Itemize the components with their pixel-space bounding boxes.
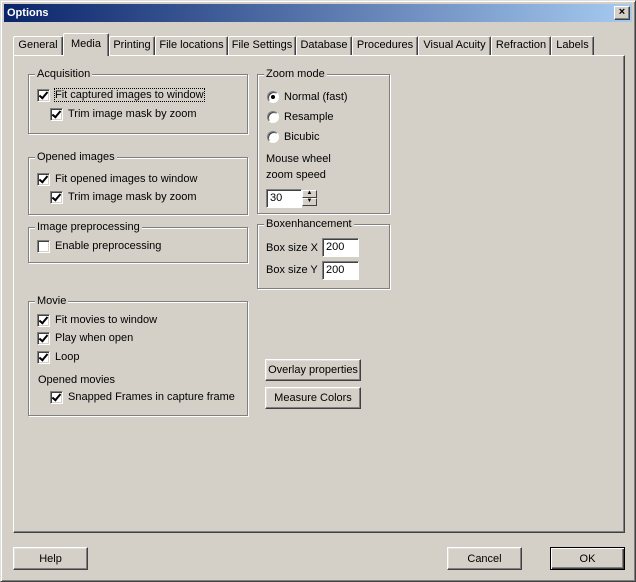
loop-checkbox[interactable] [37,350,50,364]
media-tab-panel: Acquisition Fit captured images to windo… [13,55,625,533]
overlay-properties-button[interactable]: Overlay properties [265,359,361,381]
tab-labels[interactable]: Labels [551,36,594,55]
zoom-bicubic-label: Bicubic [284,131,320,143]
help-button[interactable]: Help [13,547,88,570]
play-when-open-checkbox[interactable] [37,331,50,345]
cancel-button[interactable]: Cancel [447,547,522,570]
zoom-speed-spinner[interactable]: ▲ ▼ [302,190,318,207]
acquisition-group: Acquisition Fit captured images to windo… [28,67,248,134]
fit-opened-option[interactable]: Fit opened images to window [37,171,197,187]
preprocessing-title: Image preprocessing [35,220,142,234]
trim-mask-opened-option[interactable]: Trim image mask by zoom [50,189,197,205]
opened-movies-label: Opened movies [38,374,116,386]
zoom-normal-option[interactable]: Normal (fast) [267,89,348,105]
enable-preprocessing-option[interactable]: Enable preprocessing [37,238,161,254]
zoom-resample-option[interactable]: Resample [267,109,334,125]
tab-procedures[interactable]: Procedures [352,36,418,55]
zoom-resample-label: Resample [284,111,334,123]
zoom-normal-label: Normal (fast) [284,91,348,103]
zoom-bicubic-option[interactable]: Bicubic [267,129,319,145]
play-when-open-option[interactable]: Play when open [37,330,133,346]
spin-down-icon[interactable]: ▼ [302,198,317,206]
trim-mask-opened-checkbox[interactable] [50,190,63,204]
tab-general[interactable]: General [13,36,63,55]
window-title: Options [7,7,49,19]
preprocessing-group: Image preprocessing Enable preprocessing [28,220,248,263]
play-when-open-label: Play when open [55,332,134,344]
close-icon: × [618,6,626,18]
zoom-speed-label: zoom speed [266,169,326,181]
measure-colors-button[interactable]: Measure Colors [265,387,361,409]
trim-mask-acq-option[interactable]: Trim image mask by zoom [50,106,197,122]
trim-mask-acq-label: Trim image mask by zoom [68,108,197,120]
movie-title: Movie [35,294,69,308]
box-enhancement-title: Boxenhancement [264,217,354,231]
tab-visual-acuity[interactable]: Visual Acuity [418,36,491,55]
zoom-resample-radio[interactable] [267,111,279,123]
snapped-frames-option[interactable]: Snapped Frames in capture frame [50,389,235,405]
zoom-mode-title: Zoom mode [264,67,327,81]
trim-mask-opened-label: Trim image mask by zoom [68,191,197,203]
fit-opened-checkbox[interactable] [37,172,50,186]
tab-file-locations[interactable]: File locations [155,36,228,55]
snapped-frames-checkbox[interactable] [50,390,63,404]
loop-option[interactable]: Loop [37,349,79,365]
ok-button[interactable]: OK [550,547,625,570]
fit-captured-option[interactable]: Fit captured images to window [37,87,205,103]
tab-media[interactable]: Media [63,33,109,56]
options-dialog: Options × General Media Printing File lo… [0,0,636,582]
zoom-normal-radio[interactable] [267,91,279,103]
opened-images-group: Opened images Fit opened images to windo… [28,150,248,215]
opened-images-title: Opened images [35,150,117,164]
movie-group: Movie Fit movies to window Play when ope… [28,294,248,416]
zoom-bicubic-radio[interactable] [267,131,279,143]
fit-opened-label: Fit opened images to window [55,173,198,185]
tab-refraction[interactable]: Refraction [491,36,551,55]
title-bar[interactable]: Options × [4,4,632,22]
snapped-frames-label: Snapped Frames in capture frame [68,391,235,403]
spin-up-icon[interactable]: ▲ [302,190,317,198]
acquisition-title: Acquisition [35,67,93,81]
zoom-mode-group: Zoom mode Normal (fast) Resample Bicubic… [257,67,390,214]
box-size-y-input[interactable]: 200 [322,261,359,280]
box-size-y-label: Box size Y [266,264,318,276]
trim-mask-acq-checkbox[interactable] [50,107,63,121]
mouse-wheel-label: Mouse wheel [266,153,331,165]
box-enhancement-group: Boxenhancement Box size X 200 Box size Y… [257,217,390,289]
box-size-x-input[interactable]: 200 [322,238,359,257]
box-size-x-label: Box size X [266,242,318,254]
fit-movies-option[interactable]: Fit movies to window [37,312,157,328]
loop-label: Loop [55,351,80,363]
tab-file-settings[interactable]: File Settings [228,36,296,55]
zoom-speed-input[interactable]: 30 [266,189,302,208]
fit-movies-checkbox[interactable] [37,313,50,327]
fit-captured-label: Fit captured images to window [54,88,205,102]
tab-database[interactable]: Database [296,36,352,55]
enable-preprocessing-label: Enable preprocessing [55,240,162,252]
fit-movies-label: Fit movies to window [55,314,158,326]
fit-captured-checkbox[interactable] [37,88,50,102]
enable-preprocessing-checkbox[interactable] [37,239,50,253]
tab-printing[interactable]: Printing [109,36,155,55]
close-button[interactable]: × [614,6,630,20]
